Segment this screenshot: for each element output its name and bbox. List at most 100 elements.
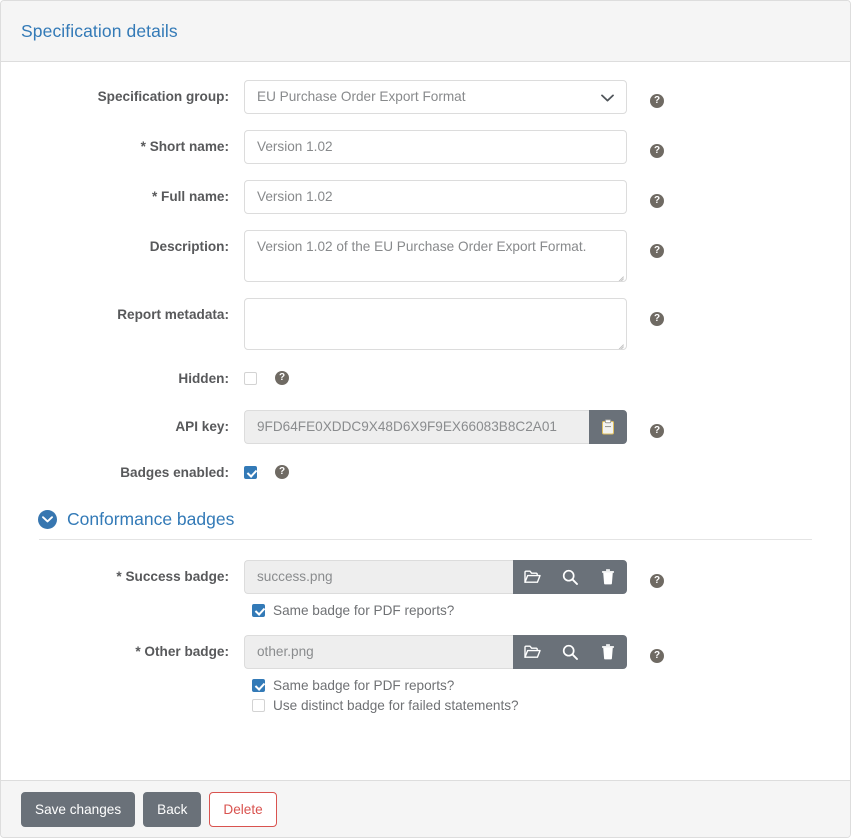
hidden-help[interactable]: ? [275, 371, 289, 385]
search-icon [562, 569, 578, 585]
help-icon: ? [650, 574, 664, 588]
section-divider [39, 539, 812, 540]
api-key-input-group: 9FD64FE0XDDC9X48D6X9F9EX66083B8C2A01 [244, 410, 627, 444]
description-value: Version 1.02 of the EU Purchase Order Ex… [257, 239, 587, 254]
success-badge-control: success.png Same badge for PDF reports? [244, 560, 627, 623]
badges-enabled-control: ? [244, 460, 627, 479]
other-badge-same-pdf-label: Same badge for PDF reports? [273, 678, 455, 693]
help-icon: ? [650, 144, 664, 158]
hidden-control: ? [244, 366, 627, 385]
panel-footer: Save changes Back Delete [1, 780, 850, 837]
badges-enabled-label: Badges enabled: [120, 465, 229, 480]
folder-open-icon [523, 645, 541, 659]
copy-api-key-button[interactable] [589, 410, 627, 444]
help-icon: ? [650, 194, 664, 208]
short-name-input[interactable]: Version 1.02 [244, 130, 627, 164]
field-row-api-key: API key: 9FD64FE0XDDC9X48D6X9F9EX66083B8… [21, 410, 830, 444]
clipboard-icon [601, 419, 615, 435]
other-badge-distinct-failed-checkbox[interactable] [252, 699, 265, 712]
help-icon: ? [650, 649, 664, 663]
help-icon: ? [275, 465, 289, 479]
description-textarea[interactable]: Version 1.02 of the EU Purchase Order Ex… [244, 230, 627, 282]
success-badge-delete-button[interactable] [589, 560, 627, 594]
success-badge-input[interactable]: success.png [244, 560, 513, 594]
description-help[interactable]: ? [650, 230, 664, 258]
save-changes-button[interactable]: Save changes [21, 791, 136, 827]
other-badge-input-group: other.png [244, 635, 627, 669]
success-badge-label: * Success badge: [116, 569, 229, 584]
badges-enabled-checkbox[interactable] [244, 465, 257, 479]
delete-button[interactable]: Delete [209, 791, 277, 827]
resize-handle-icon[interactable] [613, 336, 625, 348]
trash-icon [601, 569, 615, 585]
api-key-control: 9FD64FE0XDDC9X48D6X9F9EX66083B8C2A01 [244, 410, 627, 444]
success-badge-preview-button[interactable] [551, 560, 589, 594]
other-badge-input[interactable]: other.png [244, 635, 513, 669]
other-badge-distinct-failed-label: Use distinct badge for failed statements… [273, 698, 519, 713]
search-icon [562, 644, 578, 660]
field-row-full-name: * Full name: Version 1.02 ? [21, 180, 830, 214]
success-badge-same-pdf-label: Same badge for PDF reports? [273, 603, 455, 618]
resize-handle-icon[interactable] [613, 268, 625, 280]
other-badge-distinct-failed-row[interactable]: Use distinct badge for failed statements… [252, 698, 627, 713]
description-control: Version 1.02 of the EU Purchase Order Ex… [244, 230, 627, 282]
trash-icon [601, 644, 615, 660]
field-row-badges-enabled: Badges enabled: ? [21, 460, 830, 482]
hidden-checkbox[interactable] [244, 371, 257, 385]
field-row-success-badge: * Success badge: success.png Same badge … [21, 560, 830, 623]
short-name-help[interactable]: ? [650, 130, 664, 158]
api-key-label: API key: [175, 419, 229, 434]
conformance-badges-section-header[interactable]: Conformance badges [38, 509, 830, 530]
success-badge-input-group: success.png [244, 560, 627, 594]
panel-body: Specification group: EU Purchase Order E… [1, 62, 850, 780]
specification-details-panel: Specification details Specification grou… [0, 0, 851, 838]
help-icon: ? [650, 424, 664, 438]
report-metadata-control [244, 298, 627, 350]
api-key-input[interactable]: 9FD64FE0XDDC9X48D6X9F9EX66083B8C2A01 [244, 410, 589, 444]
api-key-help[interactable]: ? [650, 410, 664, 438]
help-icon: ? [650, 312, 664, 326]
chevron-down-icon [601, 81, 614, 113]
field-row-description: Description: Version 1.02 of the EU Purc… [21, 230, 830, 282]
success-badge-browse-button[interactable] [513, 560, 551, 594]
other-badge-same-pdf-checkbox[interactable] [252, 679, 265, 692]
other-badge-preview-button[interactable] [551, 635, 589, 669]
field-row-specification-group: Specification group: EU Purchase Order E… [21, 80, 830, 114]
full-name-label: * Full name: [151, 189, 229, 204]
folder-open-icon [523, 570, 541, 584]
badges-enabled-help[interactable]: ? [275, 465, 289, 479]
report-metadata-label: Report metadata: [117, 307, 229, 322]
chevron-down-icon [38, 510, 57, 529]
help-icon: ? [275, 371, 289, 385]
field-row-other-badge: * Other badge: other.png Same badge for … [21, 635, 830, 718]
full-name-help[interactable]: ? [650, 180, 664, 208]
full-name-control: Version 1.02 [244, 180, 627, 214]
success-badge-options: Same badge for PDF reports? [252, 603, 627, 618]
specification-group-label: Specification group: [97, 89, 229, 104]
other-badge-same-pdf-row[interactable]: Same badge for PDF reports? [252, 678, 627, 693]
short-name-label: * Short name: [140, 139, 229, 154]
success-badge-same-pdf-checkbox[interactable] [252, 604, 265, 617]
page-title: Specification details [21, 20, 178, 41]
other-badge-options: Same badge for PDF reports? Use distinct… [252, 678, 627, 713]
field-row-report-metadata: Report metadata: ? [21, 298, 830, 350]
success-badge-same-pdf-row[interactable]: Same badge for PDF reports? [252, 603, 627, 618]
back-button[interactable]: Back [143, 791, 202, 827]
other-badge-control: other.png Same badge for PDF reports? Us… [244, 635, 627, 718]
conformance-badges-title: Conformance badges [67, 509, 235, 529]
other-badge-label: * Other badge: [135, 644, 229, 659]
success-badge-help[interactable]: ? [650, 560, 664, 588]
specification-group-select[interactable]: EU Purchase Order Export Format [244, 80, 627, 114]
other-badge-delete-button[interactable] [589, 635, 627, 669]
report-metadata-textarea[interactable] [244, 298, 627, 350]
full-name-input[interactable]: Version 1.02 [244, 180, 627, 214]
report-metadata-help[interactable]: ? [650, 298, 664, 326]
other-badge-help[interactable]: ? [650, 635, 664, 663]
field-row-hidden: Hidden: ? [21, 366, 830, 388]
other-badge-browse-button[interactable] [513, 635, 551, 669]
panel-header: Specification details [1, 1, 850, 62]
hidden-label: Hidden: [178, 371, 229, 386]
help-icon: ? [650, 244, 664, 258]
specification-group-help[interactable]: ? [650, 80, 664, 108]
short-name-control: Version 1.02 [244, 130, 627, 164]
